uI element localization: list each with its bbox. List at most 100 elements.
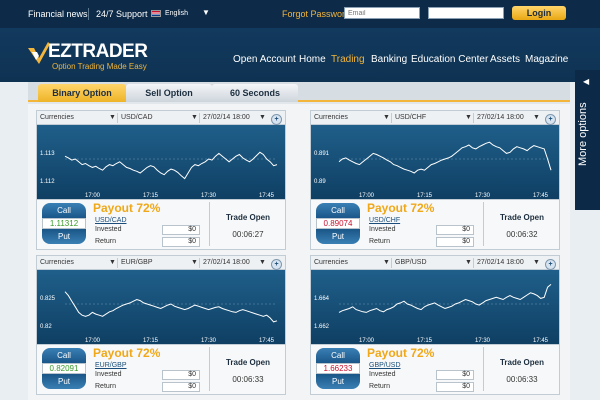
asset-link[interactable]: EUR/GBP (95, 362, 127, 369)
asset-link[interactable]: USD/CHF (369, 217, 400, 224)
invested-value[interactable]: $0 (436, 225, 474, 235)
chevron-down-icon[interactable]: ▼ (465, 259, 472, 266)
more-options-label: More options (577, 102, 589, 166)
asset-select[interactable]: USD/CAD (121, 114, 153, 121)
y-tick-label: 0.825 (40, 296, 56, 302)
asset-link[interactable]: USD/CAD (95, 217, 127, 224)
expiry-select[interactable]: 27/02/14 18:00 (203, 259, 250, 266)
nav-home[interactable]: Home (299, 54, 326, 65)
email-field[interactable] (344, 7, 420, 19)
support-link[interactable]: 24/7 Support (96, 9, 148, 19)
y-tick-label: 1.112 (40, 179, 55, 185)
return-value: $0 (162, 382, 200, 392)
chevron-left-icon[interactable]: ◀ (583, 77, 589, 86)
invested-value[interactable]: $0 (162, 225, 200, 235)
divider (88, 8, 89, 20)
chevron-down-icon[interactable]: ▼ (383, 114, 390, 121)
nav-banking[interactable]: Banking (371, 54, 407, 65)
widget-toolbar: Currencies ▼ GBP/USD ▼ 27/02/14 18:00 ▼ … (311, 256, 559, 270)
put-button[interactable]: Put (316, 374, 360, 389)
chevron-down-icon[interactable]: ▼ (109, 259, 116, 266)
asset-select[interactable]: EUR/GBP (121, 259, 153, 266)
trade-status: Trade Open (499, 213, 544, 222)
language-select[interactable]: English (165, 10, 188, 17)
category-select[interactable]: Currencies (314, 259, 348, 266)
asset-link[interactable]: GBP/USD (369, 362, 401, 369)
chevron-down-icon[interactable]: ▼ (191, 114, 198, 121)
call-button[interactable]: Call (42, 203, 86, 218)
financial-news-link[interactable]: Financial news (28, 9, 88, 19)
category-select[interactable]: Currencies (40, 259, 74, 266)
more-options-tab[interactable]: More options (575, 70, 600, 210)
return-value: $0 (436, 382, 474, 392)
chevron-down-icon[interactable]: ▼ (109, 114, 116, 121)
y-tick-label: 1.113 (40, 151, 55, 157)
category-select[interactable]: Currencies (40, 114, 74, 121)
y-tick-label: 0.891 (314, 151, 330, 157)
current-price: 0.82091 (42, 363, 86, 374)
y-tick-label: 1.664 (314, 296, 330, 302)
trade-status: Trade Open (225, 358, 270, 367)
countdown-timer: 00:06:33 (232, 375, 264, 384)
expiry-select[interactable]: 27/02/14 18:00 (203, 114, 250, 121)
put-button[interactable]: Put (42, 229, 86, 244)
chevron-down-icon[interactable]: ▼ (259, 114, 266, 121)
trade-widget: Currencies ▼ USD/CAD ▼ 27/02/14 18:00 ▼ … (36, 110, 286, 250)
brand-name[interactable]: EZTRADER (48, 41, 148, 63)
trade-controls: Call 0.89074 Put Payout 72% USD/CHF Inve… (311, 199, 559, 249)
zoom-icon[interactable]: + (271, 259, 282, 270)
chevron-down-icon[interactable]: ▼ (383, 259, 390, 266)
top-bar: Financial news 24/7 Support English ▼ Fo… (0, 0, 600, 28)
call-button[interactable]: Call (316, 348, 360, 363)
price-chart[interactable]: 0.8250.8217:00 17:15 17:30 17:45 (37, 270, 285, 344)
invested-label: Invested (95, 371, 122, 378)
asset-select[interactable]: GBP/USD (395, 259, 427, 266)
nav-education-center[interactable]: Education Center (411, 54, 488, 65)
price-chart[interactable]: 1.6641.66217:00 17:15 17:30 17:45 (311, 270, 559, 344)
invested-value[interactable]: $0 (162, 370, 200, 380)
password-field[interactable] (428, 7, 504, 19)
invested-value[interactable]: $0 (436, 370, 474, 380)
login-button[interactable]: Login (512, 6, 566, 20)
zoom-icon[interactable]: + (545, 259, 556, 270)
return-label: Return (95, 238, 117, 245)
tab-binary-option[interactable]: Binary Option (38, 84, 126, 102)
zoom-icon[interactable]: + (545, 114, 556, 125)
price-chart[interactable]: 0.8910.8917:00 17:15 17:30 17:45 (311, 125, 559, 199)
tab-60-seconds[interactable]: 60 Seconds (212, 84, 298, 102)
return-label: Return (369, 383, 391, 390)
asset-select[interactable]: USD/CHF (395, 114, 426, 121)
put-button[interactable]: Put (316, 229, 360, 244)
return-label: Return (95, 383, 117, 390)
chevron-down-icon[interactable]: ▼ (465, 114, 472, 121)
call-button[interactable]: Call (42, 348, 86, 363)
chevron-down-icon[interactable]: ▼ (191, 259, 198, 266)
nav-trading[interactable]: Trading (331, 54, 365, 65)
widget-toolbar: Currencies ▼ USD/CHF ▼ 27/02/14 18:00 ▼ … (311, 111, 559, 125)
invested-label: Invested (95, 226, 122, 233)
put-button[interactable]: Put (42, 374, 86, 389)
nav-assets[interactable]: Assets (490, 54, 520, 65)
category-select[interactable]: Currencies (314, 114, 348, 121)
brand-tagline: Option Trading Made Easy (52, 62, 147, 71)
chevron-down-icon[interactable]: ▼ (202, 8, 210, 17)
chevron-down-icon[interactable]: ▼ (259, 259, 266, 266)
price-chart[interactable]: 1.1131.11217:00 17:15 17:30 17:45 (37, 125, 285, 199)
chevron-down-icon[interactable]: ▼ (533, 259, 540, 266)
expiry-select[interactable]: 27/02/14 18:00 (477, 259, 524, 266)
y-tick-label: 0.82 (40, 324, 52, 330)
chevron-down-icon[interactable]: ▼ (533, 114, 540, 121)
nav-open-account[interactable]: Open Account (233, 54, 296, 65)
return-value: $0 (162, 237, 200, 247)
expiry-select[interactable]: 27/02/14 18:00 (477, 114, 524, 121)
y-tick-label: 0.89 (314, 179, 326, 185)
nav-magazine[interactable]: Magazine (525, 54, 568, 65)
trade-status: Trade Open (499, 358, 544, 367)
logo-check-icon (28, 42, 50, 64)
payout-label: Payout 72% (367, 346, 435, 360)
countdown-timer: 00:06:27 (232, 230, 264, 239)
tab-sell-option[interactable]: Sell Option (126, 84, 212, 102)
call-button[interactable]: Call (316, 203, 360, 218)
zoom-icon[interactable]: + (271, 114, 282, 125)
trade-controls: Call 1.11312 Put Payout 72% USD/CAD Inve… (37, 199, 285, 249)
